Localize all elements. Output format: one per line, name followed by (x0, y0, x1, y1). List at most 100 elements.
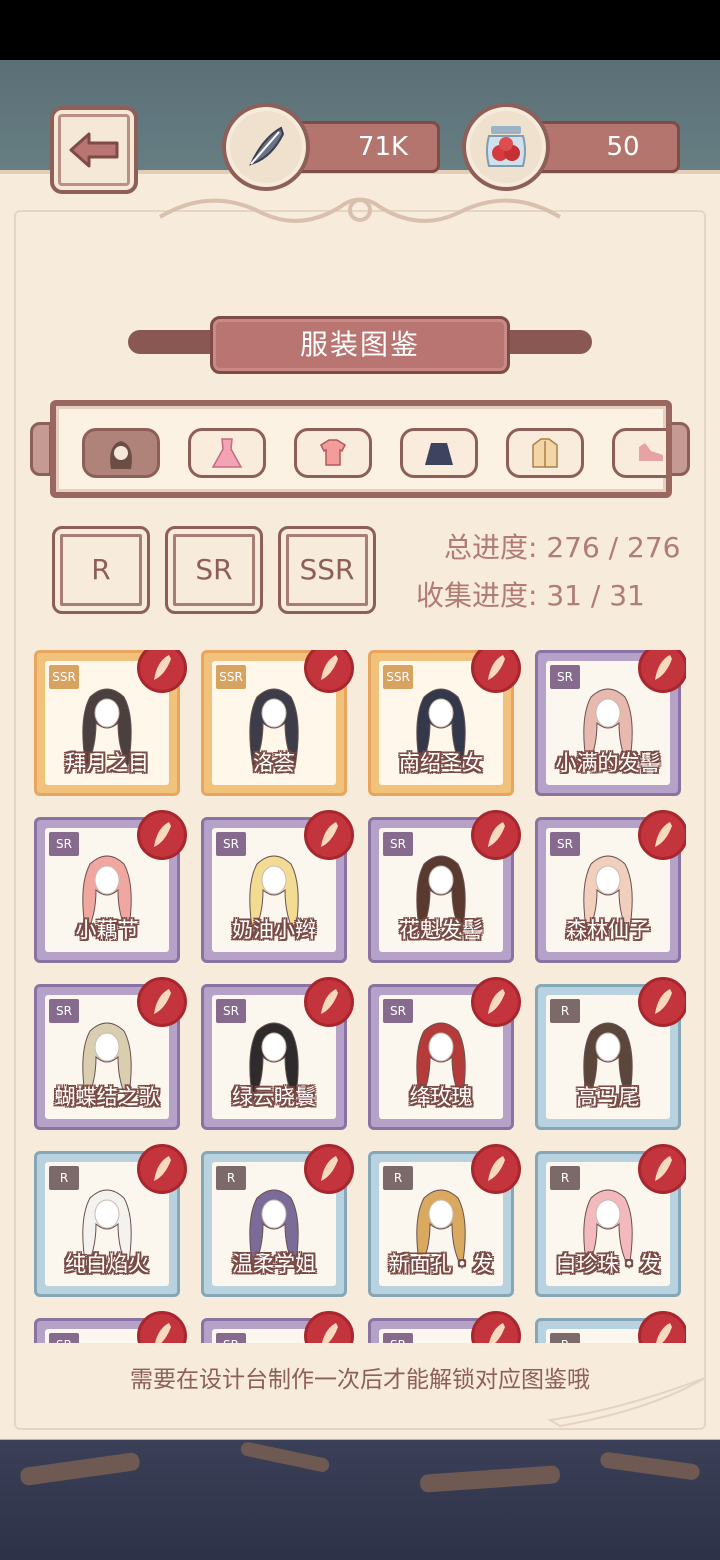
item-card[interactable]: R 高马尾 (535, 977, 686, 1130)
hair-icon (110, 441, 132, 469)
collect-progress: 收集进度: 31 / 31 (416, 579, 645, 612)
wax-seal-icon (137, 977, 187, 1027)
wax-seal-icon (638, 1311, 686, 1343)
item-name: 小满的发髻 (555, 751, 661, 775)
rarity-badge: R (550, 1333, 580, 1343)
berry-currency: 50 (530, 121, 680, 173)
ornament-flourish (158, 197, 562, 223)
wax-seal-icon (471, 977, 521, 1027)
dress-icon (211, 438, 243, 468)
wax-seal-icon (471, 810, 521, 860)
status-bar (0, 0, 720, 60)
wax-seal-icon (638, 977, 686, 1027)
rarity-badge: R (550, 1166, 580, 1190)
item-card[interactable]: R 温柔学姐 (201, 1144, 354, 1297)
item-card[interactable]: SR (34, 1311, 187, 1343)
rarity-badge: SR (550, 832, 580, 856)
quill-feather-icon (222, 103, 310, 191)
wax-seal-icon (304, 650, 354, 693)
wax-seal-icon (304, 977, 354, 1027)
rarity-badge: SR (216, 999, 246, 1023)
item-card[interactable]: SR 奶油小辫 (201, 810, 354, 963)
item-card[interactable]: SR 小满的发髻 (535, 650, 686, 796)
rarity-badge: SR (49, 832, 79, 856)
item-card[interactable]: R 纯白焰火 (34, 1144, 187, 1297)
filter-ssr-button[interactable]: SSR (278, 526, 376, 614)
wax-seal-icon (137, 810, 187, 860)
rarity-badge: R (550, 999, 580, 1023)
item-name: 新面孔・发 (388, 1252, 494, 1276)
rarity-badge: SR (550, 665, 580, 689)
rarity-badge: R (216, 1166, 246, 1190)
wax-seal-icon (137, 1311, 187, 1343)
item-name: 南绍圣女 (399, 751, 483, 775)
wax-seal-icon (137, 650, 187, 693)
back-button[interactable] (50, 106, 138, 194)
wax-seal-icon (638, 1144, 686, 1194)
item-card[interactable]: SR 绿云晓鬟 (201, 977, 354, 1130)
item-name: 奶油小辫 (232, 918, 316, 942)
skirt-icon (425, 443, 453, 465)
item-name: 温柔学姐 (232, 1252, 316, 1276)
rarity-badge: SR (216, 832, 246, 856)
rarity-badge: R (49, 1166, 79, 1190)
jacket-icon (532, 438, 558, 468)
rarity-badge: SR (383, 1333, 413, 1343)
rarity-badge: SSR (216, 665, 246, 689)
shoes-icon (639, 443, 663, 461)
item-card[interactable]: R 白珍珠・发 (535, 1144, 686, 1297)
item-name: 高马尾 (576, 1085, 640, 1109)
bottom-scenery (0, 1440, 720, 1560)
filter-sr-button[interactable]: SR (165, 526, 263, 614)
filter-r-button[interactable]: R (52, 526, 150, 614)
category-tab-shoes[interactable] (612, 428, 666, 478)
wax-seal-icon (471, 1311, 521, 1343)
item-card[interactable]: SR 绛玫瑰 (368, 977, 521, 1130)
rarity-badge: SSR (49, 665, 79, 689)
rarity-badge: SSR (383, 665, 413, 689)
item-card[interactable]: SR 花魁发髻 (368, 810, 521, 963)
item-name: 绛玫瑰 (409, 1085, 473, 1109)
item-card[interactable]: R 新面孔・发 (368, 1144, 521, 1297)
category-tab-dress[interactable] (188, 428, 266, 478)
category-tab-hair[interactable] (82, 428, 160, 478)
rarity-badge: SR (49, 1333, 79, 1343)
back-arrow-icon (69, 132, 119, 168)
rarity-badge: R (383, 1166, 413, 1190)
wax-seal-icon (137, 1144, 187, 1194)
berry-jar-icon (462, 103, 550, 191)
item-name: 森林仙子 (566, 918, 650, 942)
item-name: 花魁发髻 (399, 918, 483, 942)
item-card[interactable]: SSR 拜月之目 (34, 650, 187, 796)
wax-seal-icon (304, 1311, 354, 1343)
item-name: 蝴蝶结之歌 (54, 1085, 160, 1109)
item-name: 洛荟 (253, 751, 295, 775)
wax-seal-icon (471, 650, 521, 693)
category-tab-jacket[interactable] (506, 428, 584, 478)
item-name: 纯白焰火 (65, 1252, 149, 1276)
category-scroll-left[interactable] (30, 422, 52, 476)
rarity-badge: SR (49, 999, 79, 1023)
wax-seal-icon (304, 810, 354, 860)
wax-seal-icon (471, 1144, 521, 1194)
feather-currency-value: 71K (357, 132, 409, 162)
category-tab-top[interactable] (294, 428, 372, 478)
wax-seal-icon (638, 810, 686, 860)
item-card[interactable]: SSR 洛荟 (201, 650, 354, 796)
item-grid: SSR 拜月之目 SSR 洛荟 SSR 南绍圣女 SR 小满的发髻 SR 小藕节 SR 奶油小辫 SR 花… (34, 650, 686, 1343)
item-card[interactable]: R (535, 1311, 686, 1343)
top-icon (320, 439, 346, 466)
item-card[interactable]: SR (368, 1311, 521, 1343)
quill-decoration-icon (547, 1377, 706, 1428)
item-card[interactable]: SR 小藕节 (34, 810, 187, 963)
item-card[interactable]: SR 蝴蝶结之歌 (34, 977, 187, 1130)
item-card[interactable]: SSR 南绍圣女 (368, 650, 521, 796)
total-progress: 总进度: 276 / 276 (444, 531, 681, 564)
category-tab-skirt[interactable] (400, 428, 478, 478)
item-name: 小藕节 (75, 918, 139, 942)
item-name: 白珍珠・发 (555, 1252, 661, 1276)
page-title: 服装图鉴 (210, 316, 510, 374)
item-card[interactable]: SR 森林仙子 (535, 810, 686, 963)
item-card[interactable]: SR (201, 1311, 354, 1343)
feather-currency: 71K (290, 121, 440, 173)
